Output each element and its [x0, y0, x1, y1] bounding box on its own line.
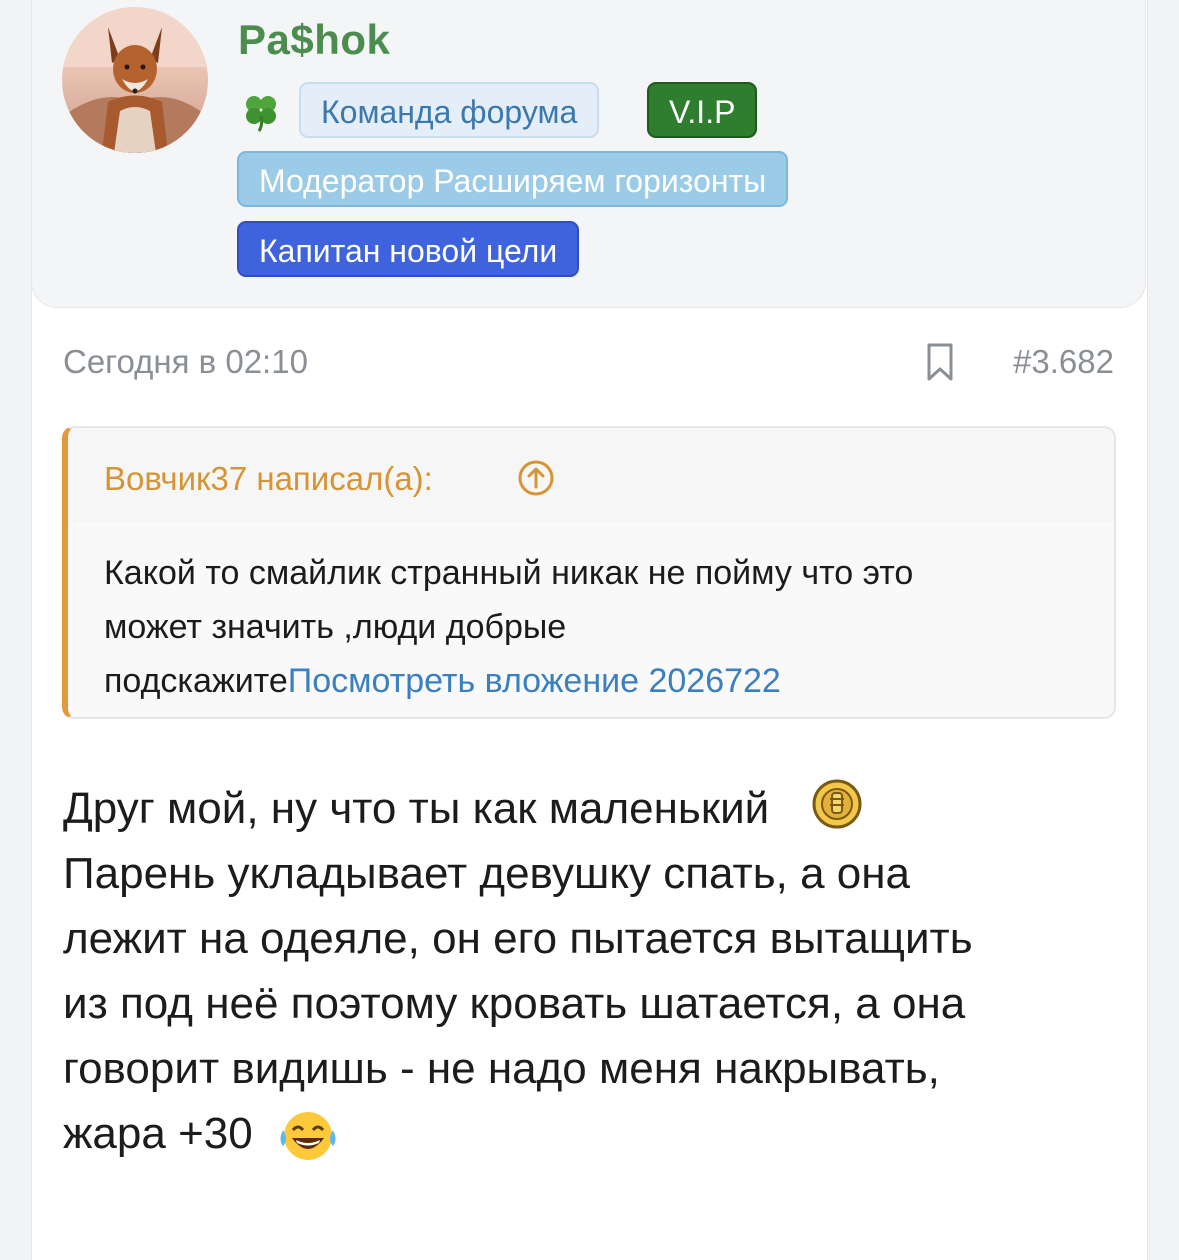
quote-author[interactable]: Вовчик37 написал(а):: [104, 460, 433, 498]
quote-text: Какой то смайлик странный никак не пойму…: [104, 546, 1084, 708]
thinking-smiley-icon: [812, 779, 861, 829]
quote-line-last: подскажитеПосмотреть вложение 2026722: [104, 654, 1084, 708]
message-line: жара +30: [63, 1101, 1123, 1166]
go-to-quoted-post-icon[interactable]: [516, 458, 556, 498]
post-date[interactable]: Сегодня в 02:10: [63, 343, 308, 381]
message-line: лежит на одеяле, он его пытается вытащит…: [63, 914, 973, 963]
badge-captain: Капитан новой цели: [237, 221, 580, 277]
quote-block: Вовчик37 написал(а): Какой то смайлик ст…: [62, 426, 1116, 719]
post-message: Друг мой, ну что ты как маленький Парень…: [63, 776, 1123, 1166]
message-line-text: Друг мой, ну что ты как маленький: [63, 784, 770, 833]
avatar[interactable]: [62, 7, 208, 153]
four-leaf-clover-icon: [246, 96, 276, 132]
message-line-text: жара +30: [63, 1109, 253, 1158]
fox-avatar-icon: [62, 7, 208, 153]
quote-line: Какой то смайлик странный никак не пойму…: [104, 554, 914, 592]
quote-line: может значить ,люди добрые: [104, 608, 567, 646]
message-line: Парень укладывает девушку спать, а она: [63, 849, 911, 898]
username[interactable]: Pa$hok: [238, 16, 390, 64]
bookmark-icon[interactable]: [925, 342, 955, 382]
badge-team: Команда форума: [299, 82, 600, 138]
attachment-link[interactable]: Посмотреть вложение 2026722: [288, 662, 781, 700]
message-line: Друг мой, ну что ты как маленький: [63, 776, 1123, 841]
message-line: из под неё поэтому кровать шатается, а о…: [63, 979, 966, 1028]
badge-vip: V.I.P: [647, 82, 758, 138]
post-number[interactable]: #3.682: [1013, 343, 1114, 381]
laughing-tears-emoji-icon: [280, 1112, 336, 1161]
badge-moderator: Модератор Расширяем горизонты: [237, 151, 789, 207]
message-line: говорит видишь - не надо меня накрывать,: [63, 1044, 940, 1093]
quote-line-text: подскажите: [104, 662, 288, 700]
